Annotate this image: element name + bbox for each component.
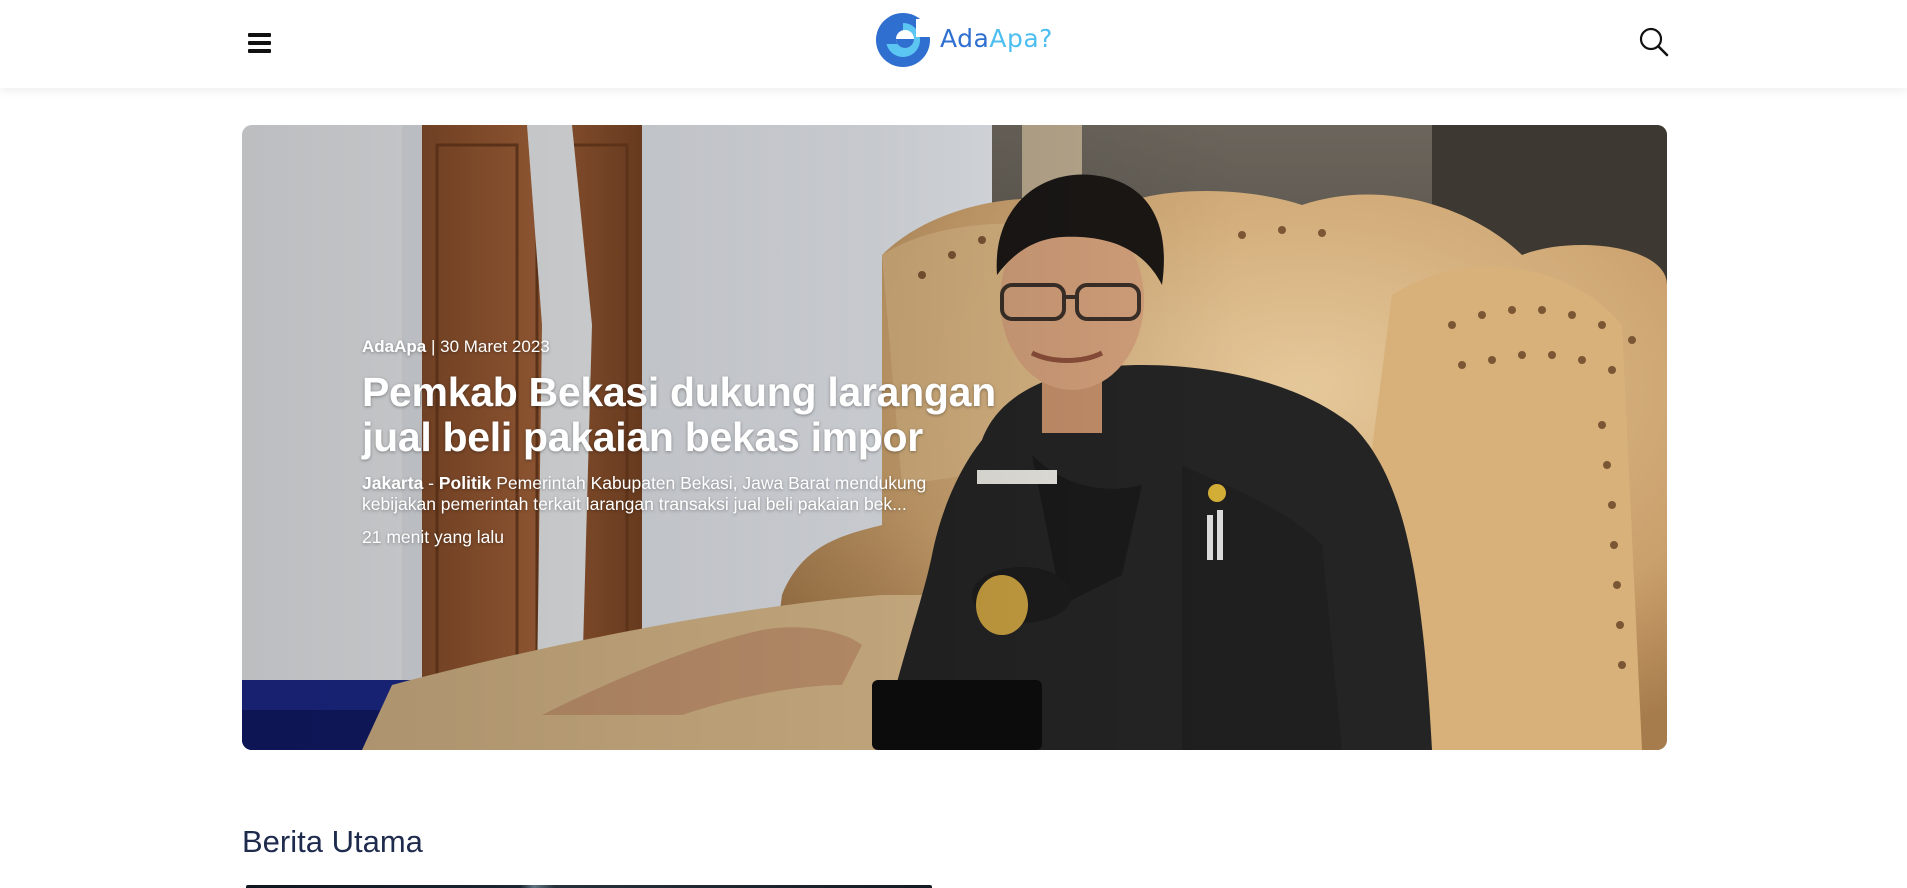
menu-bar bbox=[248, 33, 271, 37]
featured-article-content: AdaApa | 30 Maret 2023 Pemkab Bekasi duk… bbox=[362, 337, 1022, 548]
article-excerpt: Jakarta - Politik Pemerintah Kabupaten B… bbox=[362, 473, 942, 515]
site-header: AdaApa? bbox=[0, 0, 1907, 88]
article-meta: AdaApa | 30 Maret 2023 bbox=[362, 337, 1022, 357]
logo-text: AdaApa? bbox=[940, 23, 1053, 53]
menu-bar bbox=[248, 49, 271, 53]
featured-article-card[interactable]: AdaApa | 30 Maret 2023 Pemkab Bekasi duk… bbox=[242, 125, 1667, 750]
article-date: 30 Maret 2023 bbox=[440, 337, 550, 356]
article-source: AdaApa bbox=[362, 337, 427, 356]
article-location: Jakarta bbox=[362, 473, 424, 493]
hamburger-menu-icon[interactable] bbox=[246, 30, 276, 56]
search-icon[interactable] bbox=[1638, 26, 1670, 58]
article-title[interactable]: Pemkab Bekasi dukung larangan jual beli … bbox=[362, 370, 1022, 460]
site-logo[interactable]: AdaApa? bbox=[874, 11, 1053, 69]
meta-separator: | bbox=[426, 337, 441, 356]
menu-bar bbox=[248, 41, 271, 45]
article-time-ago: 21 menit yang lalu bbox=[362, 527, 505, 547]
article-category: Politik bbox=[438, 473, 492, 493]
excerpt-dash: - bbox=[423, 473, 439, 493]
logo-icon bbox=[876, 13, 932, 67]
section-title: Berita Utama bbox=[242, 824, 423, 859]
